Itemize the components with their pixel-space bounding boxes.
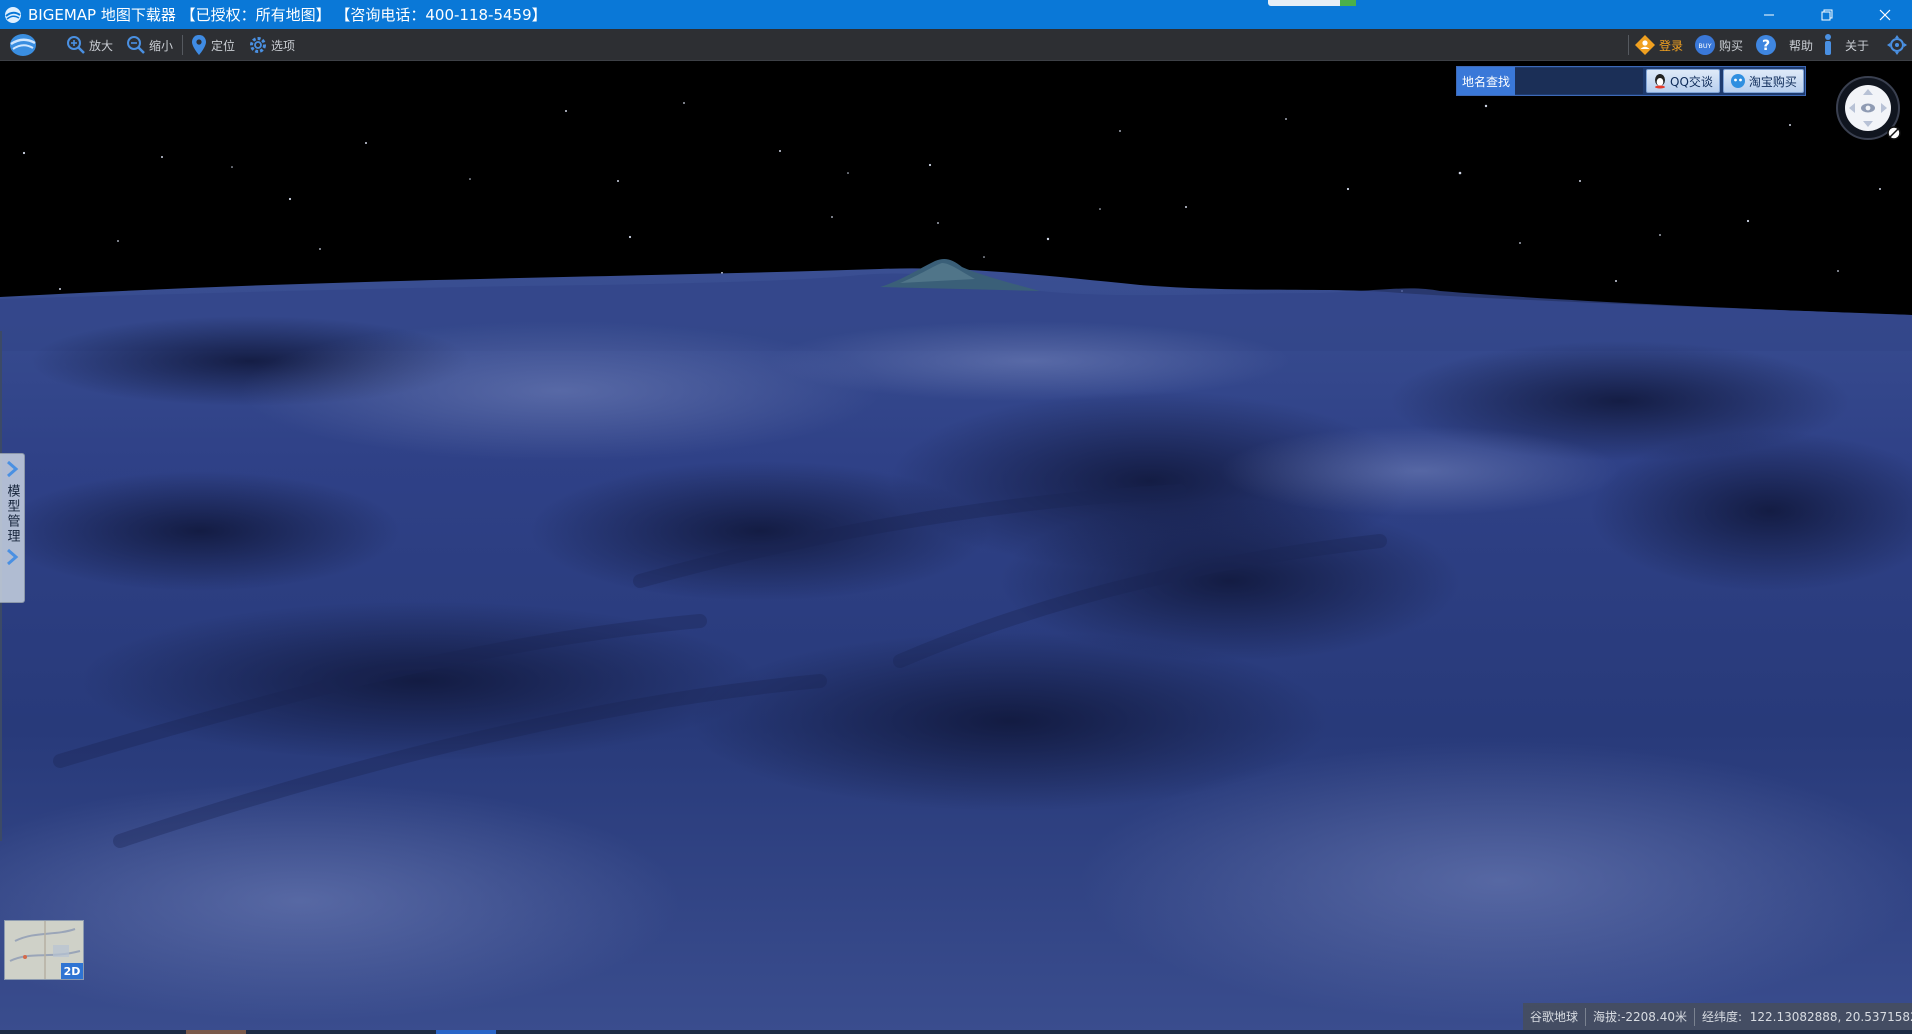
bigemap-logo-icon	[10, 34, 36, 56]
minimize-icon	[1764, 14, 1774, 15]
options-button[interactable]: 选项	[248, 29, 295, 61]
diamond-user-icon	[1635, 35, 1655, 55]
gear-icon	[250, 37, 266, 53]
help-label: 帮助	[1789, 38, 1814, 53]
login-label: 登录	[1659, 38, 1684, 53]
taobao-icon	[1730, 74, 1745, 88]
buy-label: 购买	[1719, 38, 1744, 53]
about-label: 关于	[1845, 38, 1870, 53]
window-title: BIGEMAP 地图下载器 【已授权：所有地图】 【咨询电话：400-118-5…	[28, 6, 547, 24]
help-icon: ?	[1756, 35, 1776, 55]
zoom-in-icon	[67, 36, 85, 54]
toolbar-divider	[182, 35, 183, 55]
place-search-input[interactable]	[1515, 68, 1643, 94]
model-management-label: 模型管理	[4, 484, 20, 544]
app-logo-icon	[5, 6, 21, 23]
place-search-label: 地名查找	[1457, 67, 1515, 95]
title-bar[interactable]: BIGEMAP 地图下载器 【已授权：所有地图】 【咨询电话：400-118-5…	[0, 0, 1912, 29]
zoom-in-label: 放大	[89, 38, 114, 53]
zoom-in-button[interactable]: 放大	[66, 29, 113, 61]
restore-icon	[1821, 9, 1833, 20]
status-bar: 谷歌地球 海拔: -2208.40米 经纬度: 122.13082888, 20.…	[1523, 1003, 1912, 1030]
zoom-out-icon	[127, 36, 145, 54]
svg-text:BUY: BUY	[1698, 42, 1711, 50]
navigation-compass[interactable]	[1828, 75, 1906, 147]
about-button[interactable]: 关于	[1820, 29, 1869, 61]
buy-button[interactable]: BUY 购买	[1694, 29, 1743, 61]
crosshair-icon	[1887, 35, 1907, 55]
zoom-out-button[interactable]: 缩小	[126, 29, 173, 61]
globe-3d-viewport[interactable]	[0, 61, 1912, 1034]
model-management-panel[interactable]: 模型管理	[0, 453, 25, 603]
taskbar-strip	[0, 1030, 1912, 1034]
chevron-right-icon[interactable]	[5, 548, 19, 566]
svg-text:?: ?	[1762, 38, 1770, 54]
taobao-buy-button[interactable]: 淘宝购买	[1722, 69, 1804, 93]
locate-button[interactable]: 定位	[190, 29, 235, 61]
taobao-buy-label: 淘宝购买	[1748, 74, 1797, 89]
place-search-bar: 地名查找 QQ交谈 淘宝购买	[1456, 66, 1806, 96]
navigation-toggle-button[interactable]	[1886, 29, 1908, 61]
taskbar-thumbnail	[1268, 0, 1356, 6]
minimize-button[interactable]	[1740, 0, 1798, 29]
chevron-right-icon[interactable]	[5, 460, 19, 478]
locate-label: 定位	[211, 38, 236, 53]
buy-icon: BUY	[1695, 35, 1715, 55]
elevation-readout: 海拔: -2208.40米	[1586, 1007, 1696, 1026]
close-button[interactable]	[1856, 0, 1912, 29]
map-pin-icon	[192, 35, 206, 55]
minimap-2d-badge: 2D	[61, 963, 83, 979]
main-toolbar: 放大 缩小 定位 选项 登录 BUY 购买 ? 帮助 关于	[0, 29, 1912, 61]
zoom-out-label: 缩小	[149, 38, 174, 53]
minimap-2d-toggle[interactable]: 2D	[4, 920, 84, 980]
options-label: 选项	[271, 38, 296, 53]
map-source: 谷歌地球	[1523, 1007, 1587, 1026]
info-tag-icon	[1825, 34, 1831, 55]
bigemap-window: BIGEMAP 地图下载器 【已授权：所有地图】 【咨询电话：400-118-5…	[0, 0, 1912, 1034]
restore-button[interactable]	[1798, 0, 1856, 29]
qq-chat-label: QQ交谈	[1670, 74, 1713, 89]
close-icon	[1879, 9, 1891, 20]
help-button[interactable]: ? 帮助	[1754, 29, 1813, 61]
qq-penguin-icon	[1655, 74, 1665, 89]
qq-chat-button[interactable]: QQ交谈	[1646, 69, 1720, 93]
coordinate-readout: 经纬度: 122.13082888, 20.53715823	[1702, 1009, 1912, 1025]
terrain-scene	[0, 61, 1912, 1034]
toolbar-divider	[1628, 35, 1629, 55]
login-button[interactable]: 登录	[1634, 29, 1683, 61]
